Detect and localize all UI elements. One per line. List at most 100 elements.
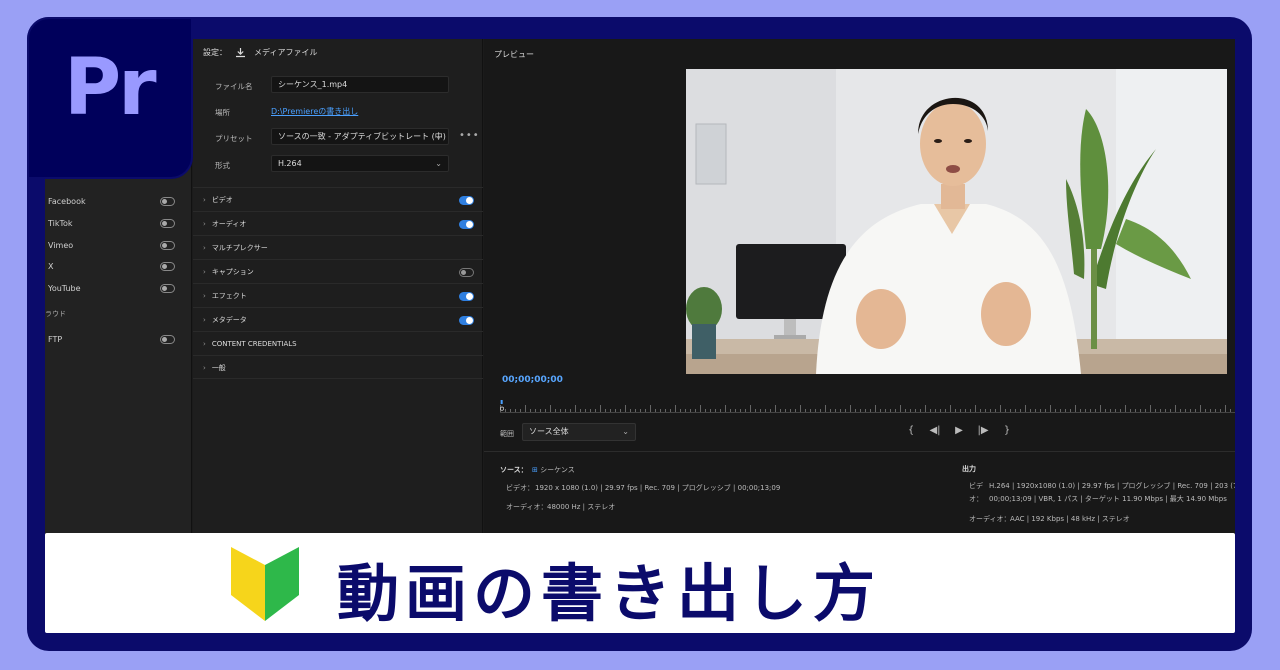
section-toggle[interactable] [459, 220, 474, 229]
ruler-tick [970, 409, 971, 412]
ruler-tick [920, 409, 921, 412]
preset-value: ソースの一致 - アダプティブビットレート (中) [278, 132, 446, 141]
ruler-tick [1200, 405, 1201, 412]
source-label: ソース： [500, 466, 528, 474]
section-captions[interactable]: › キャプション [193, 259, 483, 283]
ruler-tick [785, 409, 786, 412]
ruler-tick [1105, 409, 1106, 412]
ruler-tick [790, 409, 791, 412]
range-value: ソース全体 [529, 427, 569, 436]
section-toggle[interactable] [459, 196, 474, 205]
ruler-tick [655, 409, 656, 412]
ruler-tick [745, 409, 746, 412]
section-video[interactable]: › ビデオ [193, 187, 483, 211]
ruler-tick [1100, 405, 1101, 412]
ruler-tick [900, 405, 901, 412]
ruler-tick [925, 405, 926, 412]
section-toggle[interactable] [459, 316, 474, 325]
ruler-tick [765, 409, 766, 412]
section-general[interactable]: › 一般 [193, 355, 483, 379]
playhead-handle[interactable] [500, 397, 504, 415]
section-label: メタデータ [211, 316, 247, 324]
ruler-tick [575, 405, 576, 412]
section-metadata[interactable]: › メタデータ [193, 307, 483, 331]
dest-youtube[interactable]: YouTube [48, 280, 175, 298]
dest-tiktok[interactable]: TikTok [48, 215, 175, 233]
dest-label: TikTok [48, 219, 73, 228]
ruler-tick [955, 409, 956, 412]
ruler-tick [530, 409, 531, 412]
dest-x[interactable]: X [48, 258, 175, 276]
dest-toggle[interactable] [160, 335, 175, 344]
section-audio[interactable]: › オーディオ [193, 211, 483, 235]
ruler-tick [1050, 405, 1051, 412]
ruler-tick [1145, 409, 1146, 412]
ruler-tick [695, 409, 696, 412]
ruler-tick [710, 409, 711, 412]
mark-out-icon[interactable]: } [1000, 425, 1014, 436]
location-label: 場所 [215, 108, 230, 117]
ruler-tick [1170, 409, 1171, 412]
ruler-tick [885, 409, 886, 412]
location-link[interactable]: D:\Premiereの書き出し [271, 106, 358, 117]
dest-section-cloud: ラウド [45, 310, 66, 318]
ruler-tick [505, 409, 506, 412]
step-forward-icon[interactable]: |▶ [976, 425, 990, 436]
ruler-tick [780, 409, 781, 412]
dest-vimeo[interactable]: Vimeo [48, 237, 175, 255]
ruler-tick [830, 409, 831, 412]
section-effects[interactable]: › エフェクト [193, 283, 483, 307]
source-audio-label: オーディオ： [506, 503, 548, 511]
range-select[interactable]: ソース全体 ⌄ [522, 423, 636, 441]
ruler-tick [680, 409, 681, 412]
ruler-tick [690, 409, 691, 412]
dest-toggle[interactable] [160, 197, 175, 206]
timeline-ruler[interactable] [500, 399, 1235, 413]
ruler-tick [1130, 409, 1131, 412]
ruler-tick [1055, 409, 1056, 412]
dest-toggle[interactable] [160, 241, 175, 250]
section-multiplexer[interactable]: › マルチプレクサー [193, 235, 483, 259]
video-still [686, 69, 1227, 374]
ruler-tick [980, 409, 981, 412]
download-icon [236, 48, 245, 58]
ruler-tick [805, 409, 806, 412]
filename-field[interactable]: シーケンス_1.mp4 [271, 76, 449, 93]
more-options-button[interactable]: ••• [459, 130, 480, 141]
sequence-icon: ⊞ [532, 466, 538, 474]
ruler-tick [705, 409, 706, 412]
ruler-tick [1185, 409, 1186, 412]
dest-ftp[interactable]: FTP [48, 331, 175, 349]
ruler-tick [1150, 405, 1151, 412]
ruler-tick [835, 409, 836, 412]
ruler-tick [800, 405, 801, 412]
ruler-tick [1060, 409, 1061, 412]
ruler-tick [1035, 409, 1036, 412]
ruler-tick [985, 409, 986, 412]
ruler-tick [620, 409, 621, 412]
mark-in-icon[interactable]: { [904, 425, 918, 436]
section-toggle[interactable] [459, 268, 474, 277]
section-toggle[interactable] [459, 292, 474, 301]
dest-toggle[interactable] [160, 262, 175, 271]
ruler-tick [730, 409, 731, 412]
ruler-tick [1080, 409, 1081, 412]
ruler-tick [650, 405, 651, 412]
ruler-tick [670, 409, 671, 412]
play-icon[interactable]: ▶ [952, 425, 966, 436]
ruler-tick [565, 409, 566, 412]
dest-label: X [48, 262, 54, 271]
dest-facebook[interactable]: Facebook [48, 193, 175, 211]
ruler-tick [1135, 409, 1136, 412]
section-content-credentials[interactable]: › CONTENT CREDENTIALS [193, 331, 483, 355]
section-label: CONTENT CREDENTIALS [211, 340, 297, 348]
format-select[interactable]: H.264 ⌄ [271, 155, 449, 172]
dest-toggle[interactable] [160, 219, 175, 228]
preset-select[interactable]: ソースの一致 - アダプティブビットレート (中) ⌄ [271, 128, 449, 145]
ruler-tick [840, 409, 841, 412]
ruler-tick [1190, 409, 1191, 412]
premiere-pro-logo: Pr [27, 17, 193, 179]
ruler-tick [580, 409, 581, 412]
step-back-icon[interactable]: ◀| [928, 425, 942, 436]
dest-toggle[interactable] [160, 284, 175, 293]
